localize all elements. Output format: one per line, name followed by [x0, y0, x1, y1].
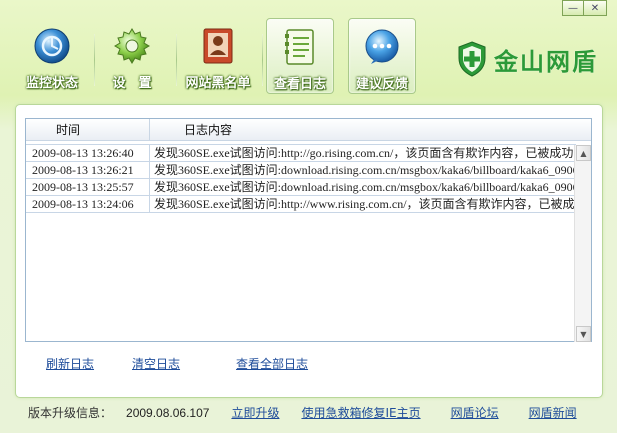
table-row[interactable]: 2009-08-13 13:25:57 发现360SE.exe试图访问:down… — [26, 178, 576, 196]
tool-label: 监控状态 — [25, 76, 78, 91]
scroll-up-arrow-icon[interactable]: ▲ — [576, 145, 591, 161]
refresh-log-link[interactable]: 刷新日志 — [46, 355, 94, 372]
minimize-button[interactable]: — — [562, 0, 584, 16]
tool-label: 查看日志 — [273, 77, 326, 92]
footer: 版本升级信息： 2009.08.06.107 立即升级 使用急救箱修复IE主页 … — [28, 404, 597, 421]
row-time: 2009-08-13 13:24:06 — [26, 196, 150, 212]
gear-icon — [112, 26, 152, 66]
toolbar-divider — [176, 34, 177, 86]
log-actions: 刷新日志 清空日志 查看全部日志 — [46, 355, 308, 372]
repair-ie-homepage-link[interactable]: 使用急救箱修复IE主页 — [301, 404, 420, 421]
forum-link[interactable]: 网盾论坛 — [451, 404, 499, 421]
scroll-down-arrow-icon[interactable]: ▼ — [576, 326, 591, 342]
row-content: 发现360SE.exe试图访问:http://go.rising.com.cn/… — [154, 146, 574, 160]
row-time: 2009-08-13 13:26:21 — [26, 162, 150, 178]
upgrade-now-link[interactable]: 立即升级 — [231, 404, 279, 421]
news-link[interactable]: 网盾新闻 — [529, 404, 577, 421]
window-controls: — ✕ — [562, 0, 607, 16]
row-content: 发现360SE.exe试图访问:download.rising.com.cn/m… — [154, 163, 576, 177]
version-label: 版本升级信息： — [28, 406, 113, 420]
vertical-scrollbar[interactable]: ▲ ▼ — [574, 145, 591, 342]
row-time: 2009-08-13 13:25:57 — [26, 179, 150, 195]
log-header: 时间 日志内容 — [26, 119, 591, 141]
tool-monitor-status[interactable]: 监控状态 — [16, 18, 88, 94]
main-panel: 时间 日志内容 2009-08-13 13:26:40 发现360SE.exe试… — [15, 104, 603, 398]
column-header-content[interactable]: 日志内容 — [150, 119, 232, 141]
blacklist-icon — [198, 26, 238, 66]
tool-feedback[interactable]: 建议反馈 — [348, 18, 416, 94]
shield-plus-icon — [458, 41, 486, 77]
toolbar-divider — [94, 34, 95, 86]
tool-label: 网站黑名单 — [185, 76, 251, 91]
version-value: 2009.08.06.107 — [126, 405, 210, 420]
tool-label: 建议反馈 — [355, 77, 408, 92]
table-row[interactable]: 2009-08-13 13:26:21 发现360SE.exe试图访问:down… — [26, 161, 576, 179]
tool-settings[interactable]: 设 置 — [96, 18, 168, 94]
log-icon — [280, 27, 320, 67]
table-row[interactable]: 2009-08-13 13:24:06 发现360SE.exe试图访问:http… — [26, 195, 576, 213]
tool-view-log[interactable]: 查看日志 — [266, 18, 334, 94]
row-content: 发现360SE.exe试图访问:download.rising.com.cn/m… — [154, 180, 576, 194]
view-all-log-link[interactable]: 查看全部日志 — [236, 355, 308, 372]
column-header-time[interactable]: 时间 — [26, 119, 150, 141]
row-content: 发现360SE.exe试图访问:http://www.rising.com.cn… — [154, 197, 576, 211]
toolbar: 监控状态 设 置 网站黑名单 查看日志 建议反馈 — [10, 14, 430, 96]
tool-label: 设 置 — [112, 76, 152, 91]
app-logo: 金山网盾 — [456, 40, 598, 78]
log-list: 时间 日志内容 2009-08-13 13:26:40 发现360SE.exe试… — [25, 118, 592, 342]
log-rows: 2009-08-13 13:26:40 发现360SE.exe试图访问:http… — [26, 144, 576, 213]
clear-log-link[interactable]: 清空日志 — [132, 355, 180, 372]
feedback-icon — [362, 27, 402, 67]
toolbar-divider — [262, 34, 263, 86]
close-button[interactable]: ✕ — [583, 0, 607, 16]
tool-blacklist[interactable]: 网站黑名单 — [178, 18, 258, 94]
table-row[interactable]: 2009-08-13 13:26:40 发现360SE.exe试图访问:http… — [26, 144, 576, 162]
logo-text: 金山网盾 — [494, 47, 598, 76]
row-time: 2009-08-13 13:26:40 — [26, 145, 150, 161]
monitor-icon — [32, 26, 72, 66]
